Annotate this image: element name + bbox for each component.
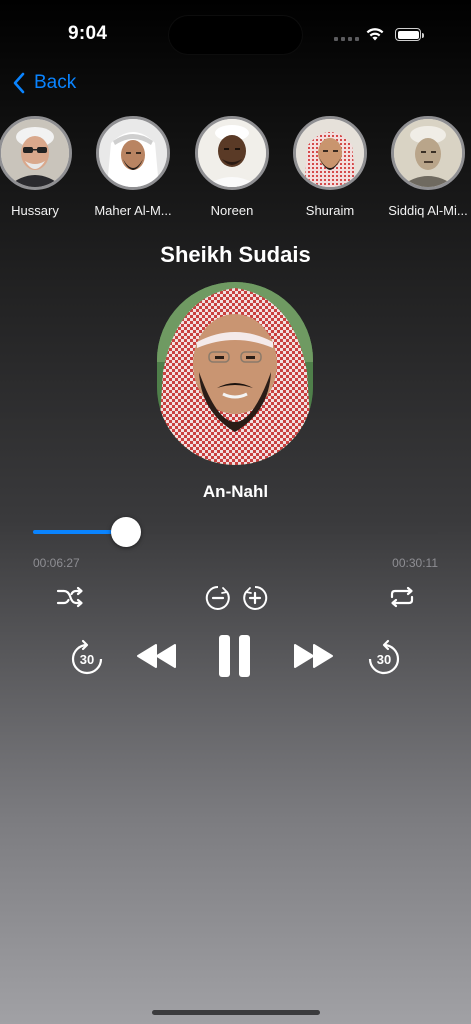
dynamic-island [169,16,302,54]
home-indicator[interactable] [152,1010,320,1015]
reciter-item-hussary[interactable]: Hussary [0,116,80,218]
rewind-icon [137,644,176,668]
reciter-avatar [195,116,269,190]
back-button[interactable]: Back [12,72,76,94]
reciter-name: Hussary [11,203,59,218]
pause-button[interactable] [216,632,254,680]
reciter-name: Maher Al-M... [94,203,172,218]
status-time: 9:04 [68,23,108,44]
repeat-button[interactable] [388,585,416,609]
total-time: 00:30:11 [392,556,438,570]
repeat-icon [390,586,414,608]
reciter-portrait-icon [157,282,313,465]
reciter-carousel[interactable]: Hussary Maher Al-M... Noreen Shuraim Sid… [0,116,471,226]
skip-forward-seconds-label: 30 [377,652,391,667]
pause-icon [219,635,250,677]
battery-fill [397,30,419,39]
reciter-title: Sheikh Sudais [160,242,311,267]
battery-icon [395,28,424,41]
reciter-portrait-icon [394,119,462,187]
back-label: Back [34,72,77,93]
rewind-button[interactable] [136,642,178,670]
cellular-signal-icon [334,37,359,41]
reciter-item-noreen[interactable]: Noreen [187,116,277,218]
status-bar: 9:04 [0,0,471,60]
reciter-item-shuraim[interactable]: Shuraim [285,116,375,218]
shuffle-button[interactable] [55,585,85,609]
skip-forward-30-button[interactable]: 30 [367,639,401,675]
minus-circle-icon [205,585,230,610]
reciter-avatar [0,116,72,190]
speed-increase-button[interactable] [242,585,268,611]
wifi-icon [366,28,384,41]
reciter-name: Siddiq Al-Mi... [388,203,468,218]
forward-30-icon: 30 [368,639,400,675]
progress-slider[interactable] [33,517,438,547]
skip-back-30-button[interactable]: 30 [70,639,104,675]
reciter-name: Noreen [210,203,254,218]
reciter-portrait-icon [296,119,364,187]
shuffle-icon [56,586,83,608]
reciter-name: Shuraim [305,203,355,218]
fast-forward-icon [294,644,333,668]
fast-forward-button[interactable] [292,642,334,670]
reciter-item-siddiq[interactable]: Siddiq Al-Mi... [383,116,471,218]
chevron-left-icon [13,72,25,94]
elapsed-time: 00:06:27 [33,556,80,570]
progress-thumb[interactable] [111,517,142,547]
reciter-portrait-icon [99,119,167,187]
reciter-portrait-icon [198,119,266,187]
skip-back-seconds-label: 30 [80,652,94,667]
reciter-item-maher[interactable]: Maher Al-M... [88,116,178,218]
plus-circle-icon [243,585,268,610]
reciter-avatar [96,116,170,190]
reciter-portrait-icon [1,119,69,187]
reciter-avatar [391,116,465,190]
rewind-30-icon: 30 [71,639,103,675]
reciter-avatar [293,116,367,190]
speed-decrease-button[interactable] [205,585,231,611]
surah-title: An-Nahl [202,482,269,501]
reciter-artwork [157,282,313,465]
